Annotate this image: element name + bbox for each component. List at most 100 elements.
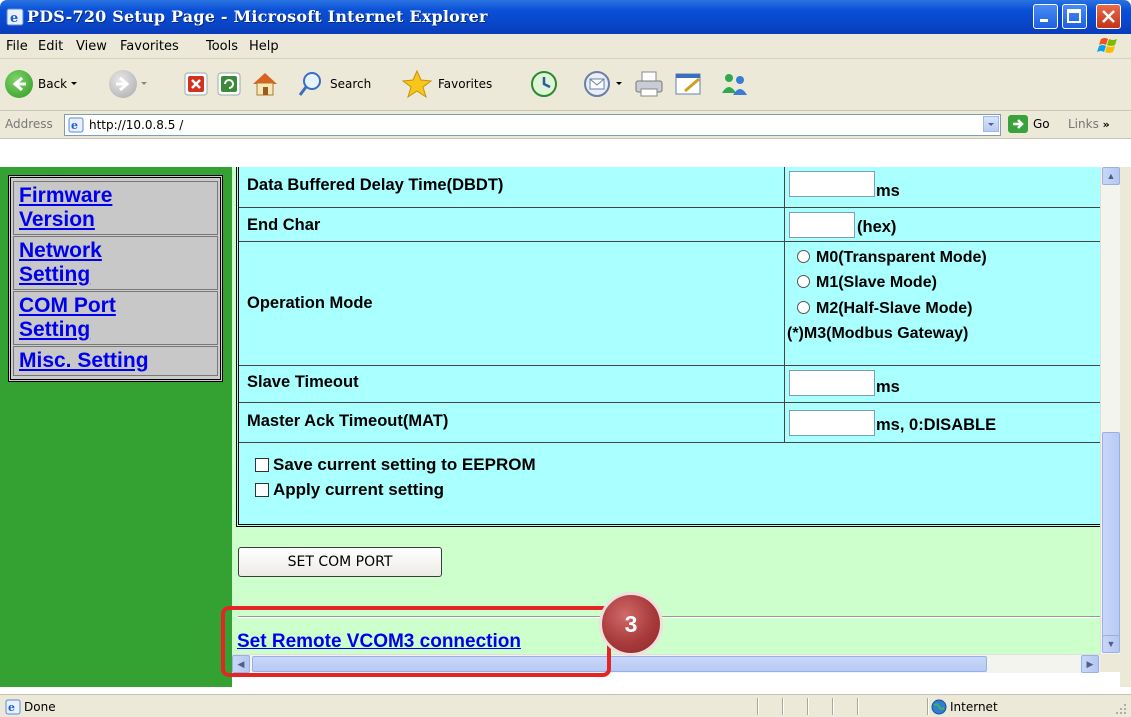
radio-m0[interactable]: M0(Transparent Mode) bbox=[797, 249, 987, 267]
back-dropdown-icon[interactable] bbox=[67, 79, 81, 89]
address-url: http://10.0.8.5 / bbox=[89, 118, 184, 132]
status-bar: e Done Internet bbox=[0, 694, 1131, 717]
slave-timeout-input[interactable] bbox=[789, 370, 875, 396]
menu-view[interactable]: View bbox=[76, 39, 107, 54]
radio-button-icon[interactable] bbox=[797, 275, 810, 289]
edit-button[interactable] bbox=[673, 68, 705, 100]
radio-m3[interactable]: (*)M3(Modbus Gateway) bbox=[787, 325, 968, 343]
minimize-button[interactable] bbox=[1033, 4, 1058, 29]
nav-item-firmware-version[interactable]: Firmware Version bbox=[13, 181, 218, 235]
window-title: PDS-720 Setup Page - Microsoft Internet … bbox=[27, 7, 488, 26]
print-button[interactable] bbox=[633, 68, 665, 100]
vertical-scrollbar[interactable]: ▲ ▼ bbox=[1100, 167, 1121, 654]
back-label: Back bbox=[38, 77, 68, 91]
toolbar: Back Search Favorites bbox=[0, 59, 1131, 111]
search-button[interactable]: Search bbox=[297, 68, 371, 100]
maximize-button[interactable] bbox=[1062, 4, 1087, 29]
menu-edit[interactable]: Edit bbox=[38, 39, 63, 54]
history-button[interactable] bbox=[529, 68, 559, 100]
page-done-icon: e bbox=[5, 699, 21, 715]
forward-button[interactable] bbox=[109, 68, 151, 100]
end-char-input[interactable] bbox=[789, 212, 855, 238]
checkbox-icon[interactable] bbox=[255, 482, 269, 497]
nav-item-network-setting[interactable]: Network Setting bbox=[13, 236, 218, 290]
radio-button-icon[interactable] bbox=[797, 301, 810, 315]
go-label: Go bbox=[1033, 117, 1050, 131]
address-input[interactable]: e http://10.0.8.5 / bbox=[64, 114, 1001, 136]
vertical-scroll-thumb[interactable] bbox=[1102, 432, 1120, 637]
step-badge: 3 bbox=[599, 592, 663, 656]
row-dbdt: Data Buffered Delay Time(DBDT) ms bbox=[239, 167, 1100, 207]
nav-item-com-port-setting[interactable]: COM Port Setting bbox=[13, 291, 218, 345]
resize-grip-icon[interactable] bbox=[1115, 703, 1127, 715]
home-icon bbox=[253, 73, 277, 96]
home-button[interactable] bbox=[250, 68, 280, 100]
mat-label: Master Ack Timeout(MAT) bbox=[247, 412, 449, 430]
set-com-port-button[interactable]: SET COM PORT bbox=[238, 547, 442, 577]
windows-flag-icon bbox=[1097, 38, 1117, 53]
back-button[interactable]: Back bbox=[5, 68, 81, 100]
security-zone: Internet bbox=[950, 700, 998, 714]
globe-icon bbox=[931, 699, 947, 715]
nav-link-com-port[interactable]: COM Port Setting bbox=[19, 294, 116, 341]
apply-setting-checkbox[interactable]: Apply current setting bbox=[255, 480, 444, 500]
links-button[interactable]: Links » bbox=[1068, 117, 1110, 131]
row-save-options: Save current setting to EEPROM Apply cur… bbox=[239, 442, 1100, 525]
scroll-up-icon[interactable]: ▲ bbox=[1102, 167, 1120, 185]
dbdt-unit: ms bbox=[876, 182, 900, 200]
links-label: Links bbox=[1068, 117, 1099, 131]
stop-button[interactable] bbox=[183, 68, 209, 100]
forward-dropdown-icon[interactable] bbox=[137, 79, 151, 89]
radio-m1[interactable]: M1(Slave Mode) bbox=[797, 274, 937, 292]
messenger-icon bbox=[722, 74, 747, 95]
mail-dropdown-icon[interactable] bbox=[612, 79, 626, 89]
row-mat: Master Ack Timeout(MAT) ms, 0:DISABLE bbox=[239, 402, 1100, 443]
menu-file[interactable]: File bbox=[6, 39, 28, 54]
title-bar: e PDS-720 Setup Page - Microsoft Interne… bbox=[0, 0, 1131, 34]
menu-help[interactable]: Help bbox=[249, 39, 279, 54]
chevron-right-icon: » bbox=[1102, 118, 1110, 131]
nav-link-firmware[interactable]: Firmware Version bbox=[19, 184, 112, 231]
back-arrow-icon bbox=[5, 70, 33, 98]
nav-frame: Firmware Version Network Setting COM Port S… bbox=[0, 167, 232, 687]
nav-menu: Firmware Version Network Setting COM Port S… bbox=[8, 175, 223, 382]
radio-m2[interactable]: M2(Half-Slave Mode) bbox=[797, 300, 972, 318]
operation-mode-label: Operation Mode bbox=[247, 294, 373, 312]
close-button[interactable] bbox=[1096, 4, 1121, 29]
nav-link-network[interactable]: Network Setting bbox=[19, 239, 102, 286]
scroll-down-icon[interactable]: ▼ bbox=[1102, 635, 1120, 653]
favorites-star-icon bbox=[401, 69, 433, 99]
address-dropdown-icon[interactable] bbox=[983, 116, 999, 132]
menu-favorites[interactable]: Favorites bbox=[120, 39, 179, 54]
menu-bar: File Edit View Favorites Tools Help bbox=[0, 34, 1131, 59]
go-arrow-icon bbox=[1008, 115, 1028, 133]
scrollbar-corner bbox=[1100, 654, 1120, 672]
main-frame: Data Buffered Delay Time(DBDT) ms End Ch… bbox=[232, 167, 1100, 654]
highlight-box bbox=[221, 606, 611, 677]
address-bar: Address e http://10.0.8.5 / Go Links » bbox=[0, 111, 1131, 139]
page-icon: e bbox=[68, 117, 84, 133]
favorites-label: Favorites bbox=[438, 77, 493, 91]
refresh-icon bbox=[217, 72, 241, 96]
mat-input[interactable] bbox=[789, 410, 875, 436]
menu-tools[interactable]: Tools bbox=[206, 39, 238, 54]
go-button[interactable]: Go bbox=[1008, 115, 1050, 133]
save-eeprom-checkbox[interactable]: Save current setting to EEPROM bbox=[255, 455, 536, 475]
scroll-right-icon[interactable]: ▶ bbox=[1081, 655, 1099, 673]
nav-link-misc[interactable]: Misc. Setting bbox=[19, 349, 149, 372]
refresh-button[interactable] bbox=[216, 68, 242, 100]
nav-item-misc-setting[interactable]: Misc. Setting bbox=[13, 346, 218, 376]
mail-icon bbox=[584, 71, 610, 97]
favorites-button[interactable]: Favorites bbox=[401, 68, 492, 100]
dbdt-input[interactable] bbox=[789, 171, 875, 197]
mail-button[interactable] bbox=[582, 68, 626, 100]
svg-text:e: e bbox=[8, 701, 15, 714]
radio-button-icon[interactable] bbox=[797, 250, 810, 264]
ie-window: e PDS-720 Setup Page - Microsoft Interne… bbox=[0, 0, 1131, 717]
row-operation-mode: Operation Mode M0(Transparent Mode) M1(S… bbox=[239, 241, 1100, 366]
mat-unit: ms, 0:DISABLE bbox=[876, 416, 997, 434]
row-slave-timeout: Slave Timeout ms bbox=[239, 365, 1100, 403]
messenger-button[interactable] bbox=[718, 68, 750, 100]
checkbox-icon[interactable] bbox=[255, 457, 269, 472]
end-char-label: End Char bbox=[247, 216, 321, 234]
